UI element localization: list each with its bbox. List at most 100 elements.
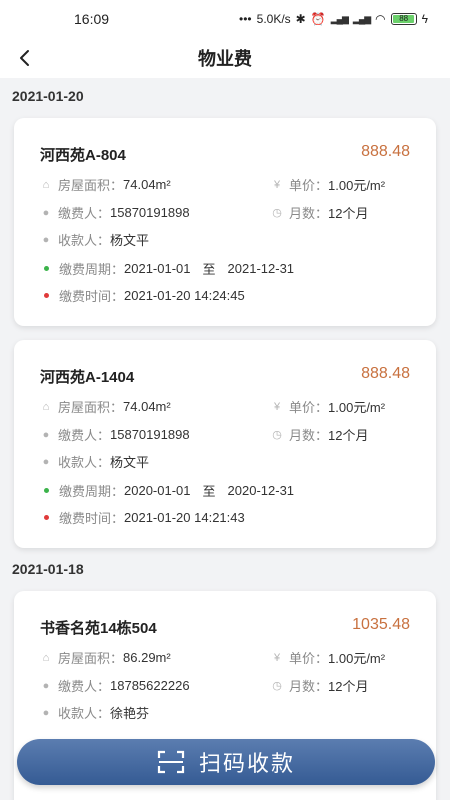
area-value: 74.04m² — [123, 177, 171, 192]
months-value: 12个月 — [328, 679, 369, 694]
house-icon: ⌂ — [42, 400, 50, 413]
payment-amount: 888.48 — [361, 365, 410, 382]
paid-time-value: 2021-01-20 14:24:45 — [124, 288, 245, 303]
area-row: ⌂ 房屋面积： 86.29m² — [40, 648, 171, 667]
months-row: ◷ 月数： 12个月 — [271, 425, 368, 444]
payer-row: ● 缴费人： 15870191898 — [40, 203, 190, 222]
months-label: 月数： — [289, 206, 329, 221]
person-icon: ● — [42, 455, 50, 468]
area-row: ⌂ 房屋面积： 74.04m² — [40, 175, 171, 194]
period-end: 2020-12-31 — [227, 483, 295, 498]
period-end: 2021-12-31 — [227, 261, 295, 276]
yen-icon: ¥ — [273, 178, 281, 191]
person-icon: ● — [42, 679, 50, 692]
period-to: 至 — [202, 262, 216, 277]
collector-row: ● 收款人： 徐艳芬 — [40, 703, 149, 722]
unit-price-label: 单价： — [289, 400, 329, 415]
clock-icon: ◷ — [272, 206, 282, 219]
battery-icon: 88 — [390, 13, 417, 25]
period-label: 缴费周期： — [59, 484, 125, 499]
clock-icon: ◷ — [272, 679, 282, 692]
person-icon: ● — [42, 706, 50, 719]
date-header: 2021-01-18 — [12, 561, 84, 577]
wifi-icon: ◠ — [375, 12, 386, 26]
payment-card[interactable]: 河西苑A-1404 888.48 ⌂ 房屋面积： 74.04m² ¥ 单价： 1… — [14, 340, 436, 548]
property-name: 河西苑A-804 — [40, 147, 126, 164]
signal-icon-2: ▂▄▆ — [352, 13, 371, 24]
yen-icon: ¥ — [273, 400, 281, 413]
back-arrow-icon — [20, 50, 29, 66]
collector-label: 收款人： — [58, 455, 111, 470]
collector-value: 徐艳芬 — [110, 706, 150, 721]
person-icon: ● — [42, 206, 50, 219]
paid-time-value: 2021-01-20 14:21:43 — [124, 510, 245, 525]
period-to: 至 — [202, 484, 216, 499]
unit-price-value: 1.00元/m² — [328, 178, 386, 193]
scan-icon — [157, 750, 185, 774]
house-icon: ⌂ — [42, 651, 50, 664]
unit-price-row: ¥ 单价： 1.00元/m² — [271, 397, 385, 416]
clock-icon: ◷ — [272, 428, 282, 441]
area-value: 74.04m² — [123, 399, 171, 414]
months-value: 12个月 — [328, 428, 369, 443]
property-name: 书香名苑14栋504 — [40, 620, 157, 637]
paid-time-label: 缴费时间： — [59, 511, 125, 526]
area-row: ⌂ 房屋面积： 74.04m² — [40, 397, 171, 416]
dots-icon: ••• — [239, 12, 252, 26]
yen-icon: ¥ — [273, 651, 281, 664]
period-start: 2021-01-01 — [124, 261, 191, 276]
area-label: 房屋面积： — [58, 400, 124, 415]
unit-price-value: 1.00元/m² — [328, 651, 386, 666]
alarm-icon: ⏰ — [310, 12, 326, 26]
paid-time-label: 缴费时间： — [59, 289, 125, 304]
payment-amount: 1035.48 — [352, 616, 410, 633]
period-dot-icon — [44, 266, 49, 271]
payer-row: ● 缴费人： 15870191898 — [40, 425, 190, 444]
unit-price-value: 1.00元/m² — [328, 400, 386, 415]
unit-price-row: ¥ 单价： 1.00元/m² — [271, 175, 385, 194]
nav-header: 物业费 — [0, 38, 450, 78]
payment-card[interactable]: 河西苑A-804 888.48 ⌂ 房屋面积： 74.04m² ¥ 单价： 1.… — [14, 118, 436, 326]
person-icon: ● — [42, 428, 50, 441]
collector-row: ● 收款人： 杨文平 — [40, 230, 149, 249]
area-label: 房屋面积： — [58, 178, 124, 193]
records-list[interactable]: 2021-01-20 河西苑A-804 888.48 ⌂ 房屋面积： 74.04… — [0, 78, 450, 800]
status-icons: ••• 5.0K/s ✱ ⏰ ▂▄▆ ▂▄▆ ◠ 88 ϟ — [239, 12, 428, 26]
property-name: 河西苑A-1404 — [40, 369, 135, 386]
period-dot-icon — [44, 488, 49, 493]
period-label: 缴费周期： — [59, 262, 125, 277]
unit-price-row: ¥ 单价： 1.00元/m² — [271, 648, 385, 667]
period-row: 缴费周期： 2021-01-01 至 2021-12-31 — [40, 259, 294, 278]
payer-value: 15870191898 — [110, 427, 190, 442]
house-icon: ⌂ — [42, 178, 50, 191]
date-header: 2021-01-20 — [12, 88, 84, 104]
battery-level: 88 — [399, 14, 409, 23]
unit-price-label: 单价： — [289, 178, 329, 193]
time-dot-icon — [44, 293, 49, 298]
period-row: 缴费周期： 2020-01-01 至 2020-12-31 — [40, 481, 294, 500]
payer-value: 18785622226 — [110, 678, 190, 693]
status-time: 16:09 — [74, 11, 110, 27]
payer-label: 缴费人： — [58, 206, 111, 221]
paid-time-row: 缴费时间： 2021-01-20 14:21:43 — [40, 508, 245, 527]
months-value: 12个月 — [328, 206, 369, 221]
unit-price-label: 单价： — [289, 651, 329, 666]
signal-icon: ▂▄▆ — [330, 13, 349, 24]
scan-collect-button[interactable]: 扫码收款 — [17, 739, 435, 785]
period-start: 2020-01-01 — [124, 483, 191, 498]
status-bar: 16:09 ••• 5.0K/s ✱ ⏰ ▂▄▆ ▂▄▆ ◠ 88 ϟ — [0, 0, 450, 38]
scan-button-label: 扫码收款 — [198, 751, 295, 776]
area-label: 房屋面积： — [58, 651, 124, 666]
months-label: 月数： — [289, 679, 329, 694]
page-title: 物业费 — [198, 49, 252, 69]
collector-value: 杨文平 — [110, 455, 150, 470]
charging-icon: ϟ — [421, 12, 428, 26]
months-row: ◷ 月数： 12个月 — [271, 676, 368, 695]
back-button[interactable] — [12, 42, 36, 74]
paid-time-row: 缴费时间： 2021-01-20 14:24:45 — [40, 286, 245, 305]
collector-row: ● 收款人： 杨文平 — [40, 452, 149, 471]
person-icon: ● — [42, 233, 50, 246]
area-value: 86.29m² — [123, 650, 171, 665]
months-label: 月数： — [289, 428, 329, 443]
collector-label: 收款人： — [58, 706, 111, 721]
